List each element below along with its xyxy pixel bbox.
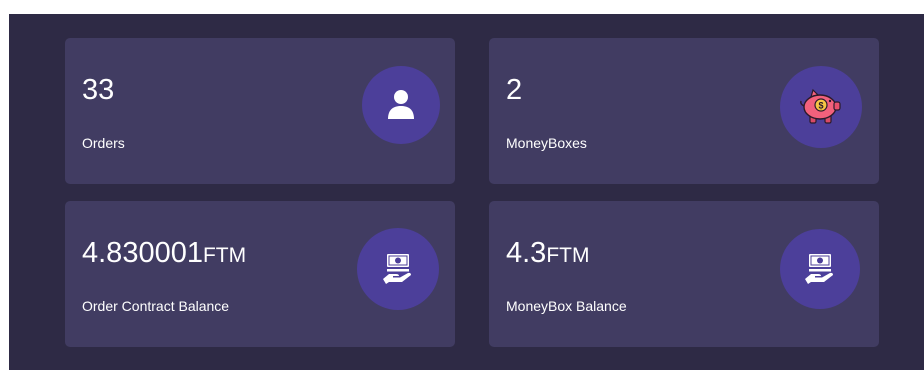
order-contract-balance-label: Order Contract Balance bbox=[82, 298, 230, 314]
money-hand-icon bbox=[805, 254, 833, 284]
moneybox-balance-card[interactable]: 4.3FTM MoneyBox Balance bbox=[489, 201, 879, 347]
moneyboxes-label: MoneyBoxes bbox=[506, 135, 587, 151]
moneyboxes-value: 2 bbox=[506, 74, 523, 106]
moneyboxes-card[interactable]: 2 MoneyBoxes $ bbox=[489, 38, 879, 184]
dashboard-stats-panel: 33 Orders 2 MoneyBoxes $ 4.830001FTM Ord… bbox=[9, 14, 924, 370]
user-icon bbox=[388, 90, 414, 119]
orders-card[interactable]: 33 Orders bbox=[65, 38, 455, 184]
orders-label: Orders bbox=[82, 135, 125, 151]
money-hand-icon bbox=[383, 254, 411, 284]
orders-value: 33 bbox=[82, 74, 115, 106]
order-contract-balance-card[interactable]: 4.830001FTM Order Contract Balance bbox=[65, 201, 455, 347]
order-contract-balance-value: 4.830001FTM bbox=[82, 237, 247, 269]
moneybox-balance-value: 4.3FTM bbox=[506, 237, 590, 269]
piggy-bank-icon: $ bbox=[800, 88, 841, 124]
moneybox-balance-icon-circle bbox=[780, 229, 860, 309]
moneybox-balance-label: MoneyBox Balance bbox=[506, 298, 627, 314]
orders-icon-circle bbox=[362, 66, 440, 144]
order-contract-balance-icon-circle bbox=[357, 228, 439, 310]
svg-text:$: $ bbox=[818, 101, 823, 111]
moneyboxes-icon-circle: $ bbox=[780, 66, 862, 148]
